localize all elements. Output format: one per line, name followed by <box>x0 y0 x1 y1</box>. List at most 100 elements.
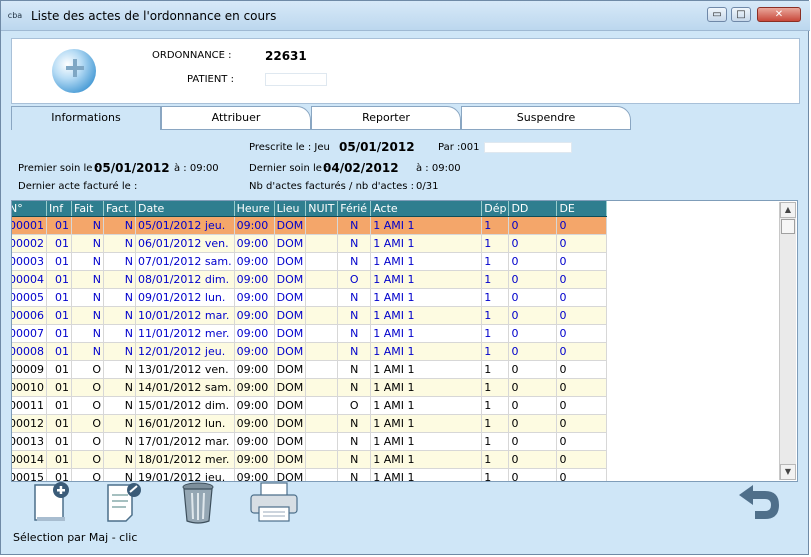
table-cell: 1 <box>481 414 510 433</box>
table-cell: DOM <box>274 414 307 433</box>
status-text: Sélection par Maj - clic <box>13 531 138 544</box>
table-cell: O <box>337 270 372 289</box>
table-row[interactable]: 00003 01 N N 07/01/2012 sam. 09:00 DOM N 1 AMI 1… <box>12 252 608 271</box>
edit-button[interactable] <box>104 481 144 526</box>
table-cell: 0 <box>556 288 608 307</box>
table-cell: 0 <box>556 396 608 415</box>
table-cell: N <box>103 414 136 433</box>
scroll-down-icon[interactable]: ▼ <box>780 464 796 480</box>
table-cell: 1 <box>481 450 510 469</box>
table-row[interactable]: 00014 01 O N 18/01/2012 mer. 09:00 DOM N 1 AMI 1… <box>12 450 608 469</box>
table-row[interactable]: 00007 01 N N 11/01/2012 mer. 09:00 DOM N 1 AMI 1… <box>12 324 608 343</box>
table-cell: DOM <box>274 288 307 307</box>
vertical-scrollbar[interactable]: ▲ ▼ <box>779 202 796 480</box>
delete-button[interactable] <box>179 481 217 528</box>
column-header[interactable]: N° <box>12 201 47 217</box>
table-row[interactable]: 00010 01 O N 14/01/2012 sam. 09:00 DOM N 1 AMI 1… <box>12 378 608 397</box>
column-header[interactable]: Acte <box>370 201 483 217</box>
table-cell: N <box>71 324 104 343</box>
table-cell: N <box>337 450 372 469</box>
table-row[interactable]: 00008 01 N N 12/01/2012 jeu. 09:00 DOM N 1 AMI 1… <box>12 342 608 361</box>
maximize-button[interactable]: □ <box>731 7 751 22</box>
table-cell: 1 <box>481 468 510 481</box>
tab-reporter[interactable]: Reporter <box>311 106 461 130</box>
table-cell: DOM <box>274 324 307 343</box>
table-row[interactable]: 00011 01 O N 15/01/2012 dim. 09:00 DOM O 1 AMI 1… <box>12 396 608 415</box>
table-cell: 1 AMI 1 <box>370 216 483 235</box>
table-cell: 00005 <box>12 288 47 307</box>
tab-informations[interactable]: Informations <box>11 106 161 130</box>
table-cell: 00007 <box>12 324 47 343</box>
table-cell: 0 <box>508 270 558 289</box>
maximize-icon: □ <box>736 9 746 20</box>
plus-icon <box>66 59 84 77</box>
column-header[interactable]: Heure <box>234 201 275 217</box>
table-cell: N <box>103 252 136 271</box>
table-row[interactable]: 00009 01 O N 13/01/2012 ven. 09:00 DOM N 1 AMI 1… <box>12 360 608 379</box>
column-header[interactable]: DD <box>508 201 558 217</box>
title-bar[interactable]: cba Liste des actes de l'ordonnance en c… <box>1 1 810 31</box>
table-cell: 01 <box>46 378 72 397</box>
new-button[interactable] <box>33 481 73 526</box>
table-cell: 0 <box>556 252 608 271</box>
prescrite-date: 05/01/2012 <box>339 140 415 154</box>
table-cell: 01 <box>46 306 72 325</box>
table-row[interactable]: 00015 01 O N 19/01/2012 jeu. 09:00 DOM N 1 AMI 1… <box>12 468 608 481</box>
table-row[interactable]: 00004 01 N N 08/01/2012 dim. 09:00 DOM O 1 AMI 1… <box>12 270 608 289</box>
column-header[interactable]: Lieu <box>274 201 307 217</box>
table-row[interactable]: 00013 01 O N 17/01/2012 mar. 09:00 DOM N 1 AMI 1… <box>12 432 608 451</box>
print-button[interactable] <box>249 481 299 528</box>
table-cell <box>305 270 339 289</box>
header-panel: ORDONNANCE : 22631 PATIENT : <box>11 38 800 104</box>
column-header[interactable]: Date <box>135 201 235 217</box>
table-row[interactable]: 00005 01 N N 09/01/2012 lun. 09:00 DOM N 1 AMI 1… <box>12 288 608 307</box>
table-cell: 0 <box>508 234 558 253</box>
table-cell <box>305 468 339 481</box>
column-header[interactable]: Fait <box>71 201 104 217</box>
table-cell: 0 <box>556 234 608 253</box>
table-cell: 09:00 <box>234 432 275 451</box>
table-cell: N <box>103 468 136 481</box>
table-cell: 1 AMI 1 <box>370 270 483 289</box>
table-cell: 0 <box>556 468 608 481</box>
table-cell: 0 <box>556 270 608 289</box>
table-cell: 07/01/2012 sam. <box>135 252 235 271</box>
table-cell: 13/01/2012 ven. <box>135 360 235 379</box>
table-cell: 01 <box>46 216 72 235</box>
table-cell: N <box>337 306 372 325</box>
column-header[interactable]: Inf <box>46 201 72 217</box>
tab-attribuer[interactable]: Attribuer <box>161 106 311 130</box>
scroll-up-icon[interactable]: ▲ <box>780 202 796 218</box>
table-cell: 1 AMI 1 <box>370 306 483 325</box>
table-row[interactable]: 00006 01 N N 10/01/2012 mar. 09:00 DOM N 1 AMI 1… <box>12 306 608 325</box>
table-cell: 1 AMI 1 <box>370 450 483 469</box>
close-button[interactable]: ✕ <box>757 7 801 22</box>
column-header[interactable]: NUIT <box>305 201 339 217</box>
table-cell <box>305 360 339 379</box>
table-cell: 1 <box>481 288 510 307</box>
table-cell: 09:00 <box>234 216 275 235</box>
column-header[interactable]: Fact. <box>103 201 136 217</box>
table-cell: 11/01/2012 mer. <box>135 324 235 343</box>
tab-suspendre[interactable]: Suspendre <box>461 106 631 130</box>
minimize-button[interactable]: ▭ <box>707 7 727 22</box>
table-cell: 1 <box>481 216 510 235</box>
table-cell: 01 <box>46 324 72 343</box>
table-cell: N <box>71 306 104 325</box>
table-cell: 00004 <box>12 270 47 289</box>
table-cell: 0 <box>556 378 608 397</box>
table-cell: 0 <box>556 342 608 361</box>
table-cell: 01 <box>46 288 72 307</box>
table-cell: DOM <box>274 450 307 469</box>
table-row[interactable]: 00012 01 O N 16/01/2012 lun. 09:00 DOM N 1 AMI 1… <box>12 414 608 433</box>
table-row[interactable]: 00001 01 N N 05/01/2012 jeu. 09:00 DOM N 1 AMI 1… <box>12 216 608 235</box>
column-header[interactable]: Dép <box>481 201 510 217</box>
column-header[interactable]: DE <box>556 201 608 217</box>
column-header[interactable]: Férié <box>337 201 372 217</box>
scroll-thumb[interactable] <box>781 219 795 234</box>
main-window: cba Liste des actes de l'ordonnance en c… <box>0 0 810 555</box>
table-cell: N <box>103 234 136 253</box>
table-row[interactable]: 00002 01 N N 06/01/2012 ven. 09:00 DOM N 1 AMI 1… <box>12 234 608 253</box>
back-button[interactable] <box>735 481 783 528</box>
table-cell: 0 <box>508 432 558 451</box>
